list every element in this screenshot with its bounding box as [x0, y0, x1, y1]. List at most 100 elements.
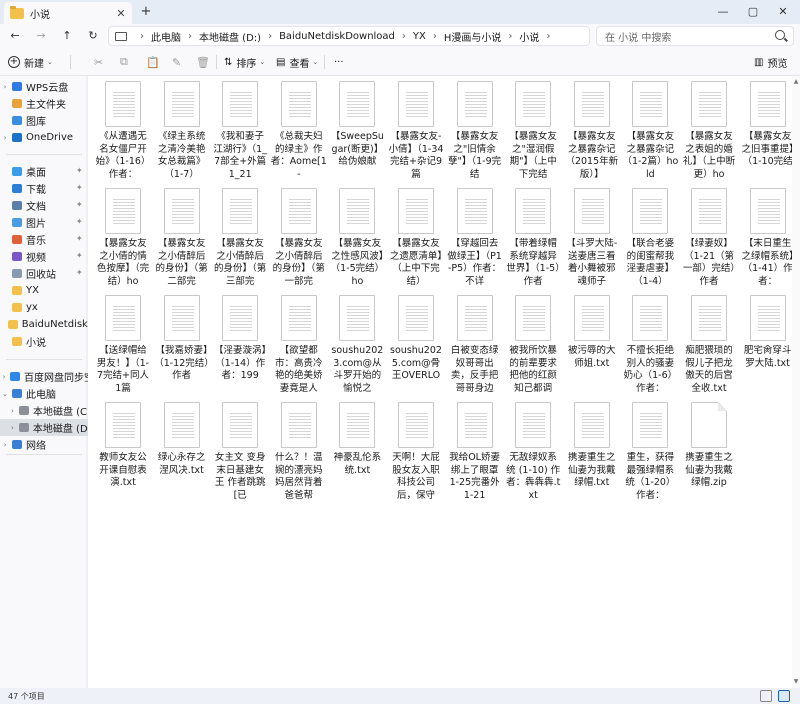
file-item[interactable]: 【暴露女友之小倩的情色按摩】（完结）ho: [94, 185, 152, 289]
file-item[interactable]: 《我和妻子江湖行》（1_7部全+外篇1_21: [211, 78, 269, 182]
search-input[interactable]: 在 小说 中搜索: [596, 26, 794, 46]
chevron-right-icon[interactable]: ›: [0, 83, 10, 91]
minimize-button[interactable]: —: [708, 0, 738, 24]
file-item[interactable]: 我给OL娇妻绑上了眼罩 1-25完番外1-21: [446, 399, 504, 503]
file-item[interactable]: 肥宅肏穿斗罗大陆.txt: [739, 292, 797, 396]
close-window-button[interactable]: ✕: [768, 0, 798, 24]
file-item[interactable]: 【暴露女友之小倩醉后的身份】（第三部完: [211, 185, 269, 289]
file-item[interactable]: 【绿妻奴】（1-21（第一部）完结）作者: [680, 185, 738, 289]
file-item[interactable]: 【暴露女友之"湿润假期"】（上中下完结: [504, 78, 562, 182]
up-button[interactable]: ↑: [58, 28, 76, 44]
address-bar[interactable]: › 此电脑 › 本地磁盘 (D:) › BaiduNetdiskDownload…: [108, 26, 590, 46]
file-item[interactable]: 携妻重生之仙妻为我戴绿帽.zip: [680, 399, 738, 503]
tab-current-folder[interactable]: 小说 ✕: [4, 2, 132, 24]
sidebar-item[interactable]: 音乐 ✦: [0, 231, 88, 248]
file-item[interactable]: 【暴露女友之小倩醉后的身份】（第一部完: [270, 185, 328, 289]
more-options-button[interactable]: ···: [334, 54, 344, 70]
file-item[interactable]: 【淫妻漩涡】（1-14）作者：199: [211, 292, 269, 396]
file-item[interactable]: 神豪乱伦系统.txt: [328, 399, 386, 503]
file-item[interactable]: 《绿主系统之清冷美艳女总裁篇》（1-7）: [153, 78, 211, 182]
forward-button[interactable]: →: [32, 28, 50, 44]
file-item[interactable]: 天啊！大屁股女友入职科技公司后，保守: [387, 399, 445, 503]
delete-button[interactable]: 🗑: [196, 54, 210, 70]
maximize-button[interactable]: ▢: [738, 0, 768, 24]
chevron-down-icon[interactable]: ⌄: [0, 390, 10, 398]
chevron-right-icon[interactable]: ›: [0, 441, 10, 449]
file-item[interactable]: 【我嘉娇妻】（1-12完结）作者: [153, 292, 211, 396]
file-item[interactable]: 【暴露女友之遗愿清单】（上中下完结）: [387, 185, 445, 289]
view-button[interactable]: ▤ 查看 ⌄: [276, 54, 318, 70]
sidebar-item[interactable]: 回收站 ✦: [0, 265, 88, 282]
sidebar-item[interactable]: ⌄ 此电脑: [0, 385, 88, 402]
file-item[interactable]: 【联合老婆的闺蜜帮我淫妻虐妻】（1-4）: [621, 185, 679, 289]
refresh-button[interactable]: ↻: [84, 28, 102, 44]
file-item[interactable]: 【送绿帽给男友！】（1-7完结+同人1篇: [94, 292, 152, 396]
file-item[interactable]: 【暴露女友之小倩醉后的身份】（第二部完: [153, 185, 211, 289]
cut-button[interactable]: ✂: [94, 54, 103, 70]
sidebar-item[interactable]: › WPS云盘: [0, 78, 88, 95]
file-item[interactable]: 女主文 变身末日基建女王 作者跳跳 [已: [211, 399, 269, 503]
sidebar-item[interactable]: YX: [0, 282, 88, 299]
sort-button[interactable]: ⇅ 排序 ⌄: [224, 54, 265, 70]
details-view-icon[interactable]: [760, 690, 772, 702]
file-item[interactable]: 【斗罗大陆-送妻唐三看着小舞被邪魂师子: [563, 185, 621, 289]
file-item[interactable]: 【暴露女友-小倩】（1-34完结+杂记9篇: [387, 78, 445, 182]
file-item[interactable]: 《总裁夫妇的绿主》作者：Aome[1-: [270, 78, 328, 182]
sidebar-item[interactable]: 文档 ✦: [0, 197, 88, 214]
sidebar-item[interactable]: › 网络: [0, 436, 88, 453]
file-item[interactable]: 绿心永存之涅风决.txt: [153, 399, 211, 503]
file-item[interactable]: 【暴露女友之暴露杂记（2015年新版）】: [563, 78, 621, 182]
back-button[interactable]: ←: [6, 28, 24, 44]
file-item[interactable]: 【穿越回去做绿王】（P1-P5）作者：不详: [446, 185, 504, 289]
preview-pane-button[interactable]: ▥ 预览: [754, 54, 787, 70]
file-item[interactable]: soushu2025.com@骨王OVERLO: [387, 292, 445, 396]
file-item[interactable]: 什么？！温婉的漂亮妈妈居然背着爸爸帮: [270, 399, 328, 503]
sidebar-item[interactable]: › 百度网盘同步空间: [0, 368, 88, 385]
file-item[interactable]: 【暴露女友之性感风波】（1-5完结）ho: [328, 185, 386, 289]
breadcrumb-this-pc[interactable]: 此电脑: [151, 29, 181, 44]
file-item[interactable]: soushu2023.com@从斗罗开始的愉悦之: [328, 292, 386, 396]
sidebar-item[interactable]: 视频 ✦: [0, 248, 88, 265]
paste-button[interactable]: 📋: [146, 54, 160, 70]
file-item[interactable]: 【暴露女友之表姐的婚礼】（上中断更）ho: [680, 78, 738, 182]
sidebar-item[interactable]: › 本地磁盘 (D:): [0, 419, 88, 436]
file-item[interactable]: 【欲望都市：高贵冷艳的绝美娇妻竟是人: [270, 292, 328, 396]
file-item[interactable]: 【SweepSugar(断更)】给伪娘献: [328, 78, 386, 182]
sidebar-item[interactable]: 桌面 ✦: [0, 163, 88, 180]
file-item[interactable]: 【暴露女友之暴露杂记（1-2篇）hold: [621, 78, 679, 182]
new-button[interactable]: + 新建 ⌄: [8, 54, 53, 70]
sidebar-item[interactable]: 下载 ✦: [0, 180, 88, 197]
breadcrumb-h-folder[interactable]: H漫画与小说: [444, 29, 502, 44]
breadcrumb-baidunetdisk[interactable]: BaiduNetdiskDownload: [279, 31, 395, 42]
breadcrumb-yx[interactable]: YX: [413, 31, 426, 42]
file-item[interactable]: 【暴露女友之旧事重提】（1-10完结: [739, 78, 797, 182]
file-item[interactable]: 不擅长拒绝别人的骚妻奶心（1-6）作者：: [621, 292, 679, 396]
sidebar-item[interactable]: › OneDrive: [0, 129, 88, 146]
file-item[interactable]: 重生，获得最强绿帽系统（1-20）作者：: [621, 399, 679, 503]
large-icons-view-icon[interactable]: [778, 690, 790, 702]
file-item[interactable]: 被我所饮暴的前辈要求把他的红颜知己都调: [504, 292, 562, 396]
new-tab-button[interactable]: +: [138, 4, 154, 20]
file-item[interactable]: 【带着绿帽系统穿越异世界】（1-5）作者: [504, 185, 562, 289]
sidebar-item[interactable]: 主文件夹: [0, 95, 88, 112]
sidebar-item[interactable]: yx: [0, 299, 88, 316]
sidebar-item[interactable]: › 本地磁盘 (C:): [0, 402, 88, 419]
chevron-right-icon[interactable]: ›: [8, 424, 17, 432]
rename-button[interactable]: ✎: [172, 54, 181, 70]
sidebar-item[interactable]: BaiduNetdiskDownload: [0, 316, 88, 333]
file-item[interactable]: 教师女友公开课自慰表演.txt: [94, 399, 152, 503]
copy-button[interactable]: ⧉: [120, 54, 128, 70]
scroll-down-icon[interactable]: ▼: [793, 678, 799, 685]
content-scrollbar[interactable]: ▲ ▼: [792, 76, 800, 688]
sidebar-item[interactable]: 图库: [0, 112, 88, 129]
file-item[interactable]: 携妻重生之仙妻为我戴绿帽.txt: [563, 399, 621, 503]
file-item[interactable]: 【暴露女友之"旧情余孽"】（1-9完结: [446, 78, 504, 182]
breadcrumb-drive-d[interactable]: 本地磁盘 (D:): [199, 29, 261, 44]
file-item[interactable]: 《从遭遇无名女僵尸开始》（1-16）作者：: [94, 78, 152, 182]
sidebar-item[interactable]: 图片 ✦: [0, 214, 88, 231]
chevron-right-icon[interactable]: ›: [8, 407, 17, 415]
file-item[interactable]: 被污辱的大师姐.txt: [563, 292, 621, 396]
file-item[interactable]: 【末日重生之绿帽系统】（1-41）作者：: [739, 185, 797, 289]
close-tab-icon[interactable]: ✕: [114, 7, 128, 20]
scroll-up-icon[interactable]: ▲: [793, 78, 799, 85]
